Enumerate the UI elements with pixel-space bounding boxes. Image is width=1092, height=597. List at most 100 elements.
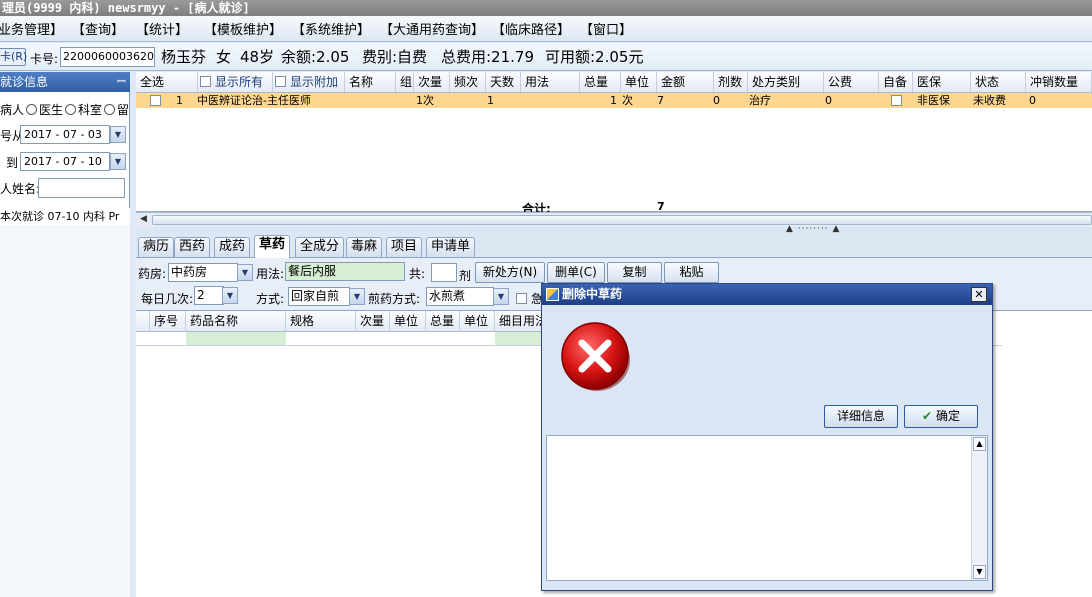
- patient-available: 可用额:2.05元: [545, 48, 644, 66]
- row-amount: 7: [657, 94, 664, 107]
- details-button[interactable]: 详细信息: [824, 405, 898, 428]
- decoction-select[interactable]: 水煎煮: [426, 287, 494, 306]
- card-number-input[interactable]: 220006000362040: [60, 47, 155, 67]
- details-memo[interactable]: ▲ ▼: [546, 435, 988, 581]
- memo-vertical-scrollbar[interactable]: ▲ ▼: [971, 436, 987, 580]
- patient-name-input[interactable]: [38, 178, 125, 198]
- copy-button[interactable]: 复制: [607, 262, 662, 283]
- show-extra-checkbox[interactable]: [275, 76, 286, 87]
- tab-western-medicine[interactable]: 西药: [174, 237, 211, 257]
- col-public-fee[interactable]: 公费: [824, 72, 879, 93]
- col-insurance[interactable]: 医保: [913, 72, 971, 93]
- tab-narcotics[interactable]: 毒麻: [346, 237, 383, 257]
- delete-prescription-button[interactable]: 删单(C): [547, 262, 605, 283]
- menu-drug-query[interactable]: 【大通用药查询】: [380, 19, 492, 38]
- dialog-title-bar[interactable]: 删除中草药 ✕: [542, 284, 992, 305]
- method-select[interactable]: 回家自煎: [288, 287, 350, 306]
- patient-balance: 余额:2.05: [281, 48, 350, 66]
- visit-info-header: 就诊信息 ꟷ: [0, 72, 130, 92]
- ok-button-label: 确定: [935, 409, 960, 423]
- pharmacy-dropdown-icon[interactable]: ▼: [237, 264, 253, 281]
- tab-patent-medicine[interactable]: 成药: [214, 237, 251, 257]
- col-days[interactable]: 天数: [486, 72, 521, 93]
- prescription-grid: 全选 显示所有 显示附加 名称 组 次量 频次 天数 用法 总量 单位 金额 剂…: [136, 72, 1092, 216]
- radio-doctor[interactable]: [65, 104, 77, 115]
- col-drug-name[interactable]: 药品名称: [186, 311, 286, 332]
- decoction-dropdown-icon[interactable]: ▼: [493, 288, 509, 305]
- new-prescription-button[interactable]: 新处方(N): [475, 262, 545, 283]
- col-status[interactable]: 状态: [971, 72, 1026, 93]
- patient-name: 杨玉芬: [161, 48, 207, 66]
- col-usage[interactable]: 用法: [521, 72, 580, 93]
- col-category[interactable]: 处方类别: [748, 72, 824, 93]
- show-extra-label: 显示附加: [290, 75, 339, 89]
- menu-window[interactable]: 【窗口】: [580, 19, 644, 38]
- tab-full-ingredients[interactable]: 全成分: [295, 237, 345, 257]
- col-amount[interactable]: 金额: [657, 72, 714, 93]
- pin-icon[interactable]: ꟷ: [117, 72, 126, 92]
- menu-query[interactable]: 【查询】: [72, 19, 136, 38]
- radio-dept[interactable]: [104, 104, 116, 115]
- visit-list-area: [0, 225, 130, 597]
- paste-button[interactable]: 粘贴: [664, 262, 719, 283]
- col-spec[interactable]: 规格: [286, 311, 356, 332]
- col-group[interactable]: 组: [396, 72, 414, 93]
- horizontal-scrollbar[interactable]: ◀: [136, 212, 1092, 227]
- col-show-extra[interactable]: 显示附加: [273, 72, 345, 93]
- col-herb-unit-2[interactable]: 单位: [460, 311, 495, 332]
- col-select-all[interactable]: 全选: [136, 72, 198, 93]
- from-date-dropdown-icon[interactable]: ▼: [110, 126, 126, 143]
- times-dropdown-icon[interactable]: ▼: [222, 287, 238, 304]
- menu-template[interactable]: 【模板维护】: [204, 19, 292, 38]
- menu-business[interactable]: 业务管理】: [0, 19, 63, 38]
- col-unit[interactable]: 单位: [621, 72, 657, 93]
- col-herb-unit[interactable]: 单位: [390, 311, 426, 332]
- method-dropdown-icon[interactable]: ▼: [349, 288, 365, 305]
- card-read-button[interactable]: 卡(R): [0, 48, 27, 66]
- table-row[interactable]: 1 中医辨证论治-主任医师 1次 1 1 次 7 0 治疗 0 非医保 未收费 …: [136, 93, 1092, 108]
- ok-button[interactable]: ✔ 确定: [904, 405, 978, 428]
- drug-name-cell[interactable]: [186, 332, 286, 345]
- row-select-checkbox[interactable]: [150, 95, 161, 106]
- col-refund-qty[interactable]: 冲销数量: [1026, 72, 1092, 93]
- from-date-input[interactable]: 2017 - 07 - 03: [20, 125, 110, 144]
- radio-patient[interactable]: [26, 104, 38, 115]
- times-per-day-select[interactable]: 2: [194, 286, 224, 305]
- urgent-checkbox[interactable]: [516, 293, 527, 304]
- splitter-grip-icon[interactable]: ▲ ········ ▲: [786, 224, 840, 234]
- tab-items[interactable]: 项目: [386, 237, 423, 257]
- to-date-input[interactable]: 2017 - 07 - 10: [20, 152, 110, 171]
- show-all-checkbox[interactable]: [200, 76, 211, 87]
- menu-statistics[interactable]: 【统计】: [136, 19, 200, 38]
- menu-clinical-path[interactable]: 【临床路径】: [492, 19, 580, 38]
- scroll-down-icon[interactable]: ▼: [973, 565, 986, 579]
- scroll-thumb[interactable]: [152, 215, 1092, 225]
- menu-system[interactable]: 【系统维护】: [292, 19, 380, 38]
- to-date-dropdown-icon[interactable]: ▼: [110, 153, 126, 170]
- tab-medical-record[interactable]: 病历: [138, 237, 175, 257]
- tab-request-form[interactable]: 申请单: [426, 237, 476, 257]
- panel-splitter[interactable]: ▲ ········ ▲: [136, 224, 1092, 234]
- col-total[interactable]: 总量: [580, 72, 621, 93]
- pharmacy-select[interactable]: 中药房: [168, 263, 238, 282]
- col-self-prep[interactable]: 自备: [879, 72, 913, 93]
- col-herb-total[interactable]: 总量: [426, 311, 460, 332]
- col-seq[interactable]: 序号: [150, 311, 186, 332]
- visit-list-item[interactable]: 本次就诊 07-10 内科 Pr: [0, 208, 130, 225]
- close-icon[interactable]: ✕: [971, 287, 987, 302]
- row-self-prep-checkbox[interactable]: [891, 95, 902, 106]
- radio-dept-label: 科室: [78, 103, 103, 117]
- usage-input[interactable]: 餐后内服: [285, 262, 405, 281]
- tab-herbal-medicine[interactable]: 草药: [254, 235, 291, 258]
- col-frequency[interactable]: 频次: [450, 72, 486, 93]
- scroll-left-icon[interactable]: ◀: [140, 214, 147, 224]
- col-dose[interactable]: 次量: [414, 72, 450, 93]
- tab-strip: 病历 西药 成药 草药 全成分 毒麻 项目 申请单: [136, 234, 1092, 258]
- col-doses[interactable]: 剂数: [714, 72, 748, 93]
- total-doses-input[interactable]: [431, 263, 457, 282]
- col-herb-dose[interactable]: 次量: [356, 311, 390, 332]
- scroll-up-icon[interactable]: ▲: [973, 437, 986, 451]
- menu-bar: 业务管理】 【查询】 【统计】 【模板维护】 【系统维护】 【大通用药查询】 【…: [0, 16, 1092, 42]
- col-show-all[interactable]: 显示所有: [198, 72, 273, 93]
- col-name[interactable]: 名称: [345, 72, 396, 93]
